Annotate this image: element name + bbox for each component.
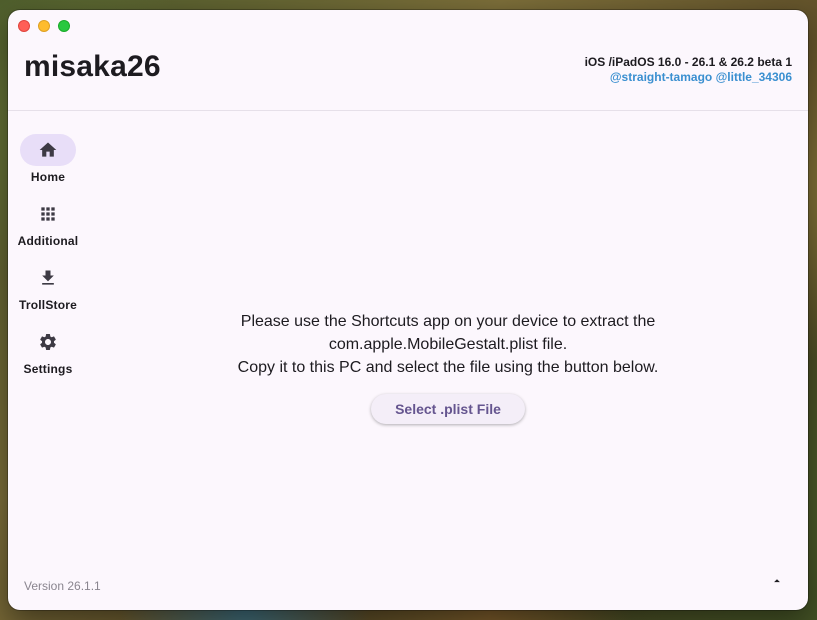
zoom-window-button[interactable] xyxy=(58,20,70,32)
app-title: misaka26 xyxy=(24,50,161,83)
nav-item-trollstore[interactable]: TrollStore xyxy=(8,262,88,326)
instruction-line: Please use the Shortcuts app on your dev… xyxy=(240,313,656,330)
nav-item-additional[interactable]: Additional xyxy=(8,198,88,262)
download-icon xyxy=(42,270,54,285)
nav-label-additional: Additional xyxy=(17,234,79,248)
nav-indicator xyxy=(20,262,76,294)
nav-label-home: Home xyxy=(30,170,66,184)
nav-item-home[interactable]: Home xyxy=(8,134,88,198)
select-plist-button[interactable]: Select .plist File xyxy=(371,394,525,424)
supported-versions: iOS /iPadOS 16.0 - 26.1 & 26.2 beta 1 xyxy=(584,55,792,69)
nav-indicator xyxy=(20,326,76,358)
credits: @straight-tamago @little_34306 xyxy=(585,70,792,85)
grid-icon xyxy=(41,207,55,221)
app-version: Version 26.1.1 xyxy=(24,579,101,593)
window-controls xyxy=(18,20,70,32)
header-info: iOS /iPadOS 16.0 - 26.1 & 26.2 beta 1 @s… xyxy=(585,55,792,85)
instruction-line: com.apple.MobileGestalt.plist file. xyxy=(328,336,568,353)
arrow-up-icon xyxy=(774,579,780,583)
nav-item-settings[interactable]: Settings xyxy=(8,326,88,390)
header-divider xyxy=(8,110,808,111)
minimize-window-button[interactable] xyxy=(38,20,50,32)
credit-link-little-34306[interactable]: @little_34306 xyxy=(716,70,792,84)
scroll-top-button[interactable] xyxy=(770,574,784,588)
app-window: misaka26 iOS /iPadOS 16.0 - 26.1 & 26.2 … xyxy=(8,10,808,610)
home-icon xyxy=(39,142,57,157)
gear-icon xyxy=(40,334,56,350)
close-window-button[interactable] xyxy=(18,20,30,32)
main-content: Please use the Shortcuts app on your dev… xyxy=(88,310,808,424)
credit-link-straight-tamago[interactable]: @straight-tamago xyxy=(610,70,712,84)
instruction-line: Copy it to this PC and select the file u… xyxy=(237,359,659,376)
nav-label-settings: Settings xyxy=(23,362,73,376)
instructions-text: Please use the Shortcuts app on your dev… xyxy=(88,310,808,379)
nav-label-trollstore: TrollStore xyxy=(18,298,77,312)
nav-indicator xyxy=(20,134,76,166)
navigation-rail: Home Additional TrollStore Settings xyxy=(8,134,88,390)
nav-indicator xyxy=(20,198,76,230)
